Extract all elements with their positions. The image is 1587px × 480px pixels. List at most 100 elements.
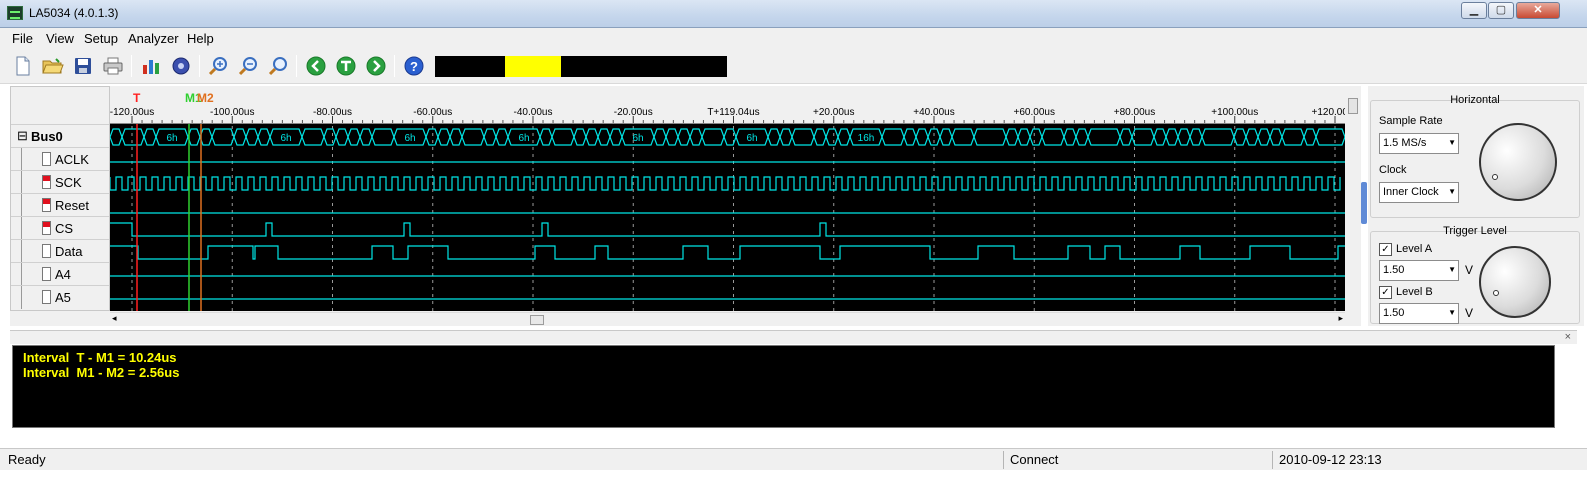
signal-label: A5 xyxy=(55,290,71,305)
chart-icon[interactable] xyxy=(139,54,163,78)
bus-segment xyxy=(371,128,395,146)
ruler-label: +100.00us xyxy=(1211,107,1258,118)
tree-line xyxy=(21,217,22,240)
toolbar-separator xyxy=(131,55,132,77)
status-ready: Ready xyxy=(8,452,46,467)
menu-view[interactable]: View xyxy=(46,31,74,46)
time-ruler xyxy=(110,86,1345,124)
signal-row-a5[interactable]: A5 xyxy=(11,285,109,309)
output-close-icon[interactable]: × xyxy=(1565,331,1571,343)
settings-gear-icon[interactable] xyxy=(169,54,193,78)
level-a-value: 1.50 xyxy=(1383,264,1405,276)
signal-row-bus0[interactable]: ⊟ Bus0 xyxy=(11,124,109,147)
signal-row-cs[interactable]: CS xyxy=(11,216,109,240)
bus-segment xyxy=(425,128,439,146)
sample-rate-select[interactable]: 1.5 MS/s ▼ xyxy=(1379,133,1459,154)
ruler-label: +20.00us xyxy=(813,107,854,118)
level-b-checkbox[interactable]: ✓ xyxy=(1379,286,1392,299)
help-icon[interactable]: ? xyxy=(402,54,426,78)
bus-segment xyxy=(323,128,337,146)
scroll-left-arrow-icon[interactable]: ◂ xyxy=(112,313,117,324)
signal-row-sck[interactable]: SCK xyxy=(11,170,109,194)
bus-segment xyxy=(233,128,247,146)
knob-indicator xyxy=(1493,290,1499,296)
panel-splitter-handle[interactable] xyxy=(1361,182,1367,224)
bus-segment xyxy=(437,128,451,146)
bus-segment xyxy=(597,128,611,146)
horizontal-scrollbar[interactable]: ◂ ▸ xyxy=(110,312,1345,326)
zoom-fit-icon[interactable] xyxy=(266,54,290,78)
bus-segment xyxy=(1017,128,1031,146)
signal-label: Data xyxy=(55,244,83,259)
bus-segment xyxy=(211,128,235,146)
bus-segment xyxy=(973,128,1007,146)
signal-row-a4[interactable]: A4 xyxy=(11,262,109,286)
expand-collapse-icon[interactable]: ⊟ xyxy=(17,128,28,144)
bus-segment xyxy=(1189,128,1203,146)
waveform-panel: ⊟ Bus0 ACLK SCK Reset CS Data A4 A5 -120.00us -10… xyxy=(10,86,1361,326)
level-a-unit: V xyxy=(1465,263,1474,277)
signal-row-data[interactable]: Data xyxy=(11,239,109,263)
trigger-icon[interactable] xyxy=(334,54,358,78)
bus-value-label: 16h xyxy=(858,133,875,144)
clock-select[interactable]: Inner Clock ▼ xyxy=(1379,182,1459,203)
scroll-right-arrow-icon[interactable]: ▸ xyxy=(1338,313,1343,324)
new-file-icon[interactable] xyxy=(11,54,35,78)
waveform-svg: -120.00us -100.00us -80.00us -60.00us -40.00… xyxy=(109,86,1359,311)
signal-row-reset[interactable]: Reset xyxy=(11,193,109,217)
horizontal-knob[interactable] xyxy=(1479,123,1557,201)
bus-segment xyxy=(1063,128,1077,146)
ruler-label: -60.00us xyxy=(413,107,452,118)
signal-row-aclk[interactable]: ACLK xyxy=(11,147,109,171)
close-button[interactable]: ✕ xyxy=(1516,2,1560,19)
ruler-label: T+119.04us xyxy=(707,107,759,118)
bus-segment xyxy=(359,128,373,146)
vertical-scrollbar[interactable] xyxy=(1345,86,1361,311)
bus-segment xyxy=(951,128,975,146)
bus-segment xyxy=(121,128,145,146)
go-right-icon[interactable] xyxy=(364,54,388,78)
zoom-in-icon[interactable] xyxy=(206,54,230,78)
level-b-select[interactable]: 1.50 ▼ xyxy=(1379,303,1459,324)
bus-segment xyxy=(301,128,325,146)
bus-value-label: 6h xyxy=(404,133,415,144)
save-icon[interactable] xyxy=(71,54,95,78)
output-header: × xyxy=(10,330,1577,344)
menu-setup[interactable]: Setup xyxy=(84,31,118,46)
tree-line xyxy=(21,263,22,286)
open-folder-icon[interactable] xyxy=(41,54,65,78)
bus-segment xyxy=(791,128,815,146)
horizontal-scroll-thumb[interactable] xyxy=(530,315,544,325)
bus-segment xyxy=(495,128,509,146)
vertical-scroll-thumb[interactable] xyxy=(1348,98,1358,114)
bus-segment xyxy=(825,128,839,146)
bus-segment xyxy=(187,128,201,146)
tree-line xyxy=(21,286,22,309)
menu-file[interactable]: File xyxy=(12,31,33,46)
maximize-button[interactable]: ▢ xyxy=(1488,2,1514,19)
progress-fill xyxy=(505,56,561,77)
level-a-checkbox[interactable]: ✓ xyxy=(1379,243,1392,256)
ruler-label: +80.00us xyxy=(1114,107,1155,118)
channel-indicator-icon xyxy=(42,198,51,212)
menu-analyzer[interactable]: Analyzer xyxy=(128,31,179,46)
print-icon[interactable] xyxy=(101,54,125,78)
bus-segment xyxy=(1177,128,1191,146)
waveform-canvas[interactable]: -120.00us -100.00us -80.00us -60.00us -40.00… xyxy=(109,86,1359,311)
zoom-out-icon[interactable] xyxy=(236,54,260,78)
bus-segment xyxy=(1201,128,1235,146)
menu-help[interactable]: Help xyxy=(187,31,214,46)
minimize-button[interactable]: ▁ xyxy=(1461,2,1487,19)
bus-segment xyxy=(881,128,905,146)
go-left-icon[interactable] xyxy=(304,54,328,78)
bus-value-label: 6h xyxy=(518,133,529,144)
data-waveform xyxy=(110,245,1345,260)
tree-line xyxy=(21,171,22,194)
trigger-level-knob[interactable] xyxy=(1479,246,1551,318)
bus-segment xyxy=(1315,128,1346,146)
bus-segment xyxy=(245,128,259,146)
level-a-select[interactable]: 1.50 ▼ xyxy=(1379,260,1459,281)
bus-segment xyxy=(573,128,587,146)
level-b-label: Level B xyxy=(1396,286,1433,298)
bus-segment xyxy=(1165,128,1179,146)
